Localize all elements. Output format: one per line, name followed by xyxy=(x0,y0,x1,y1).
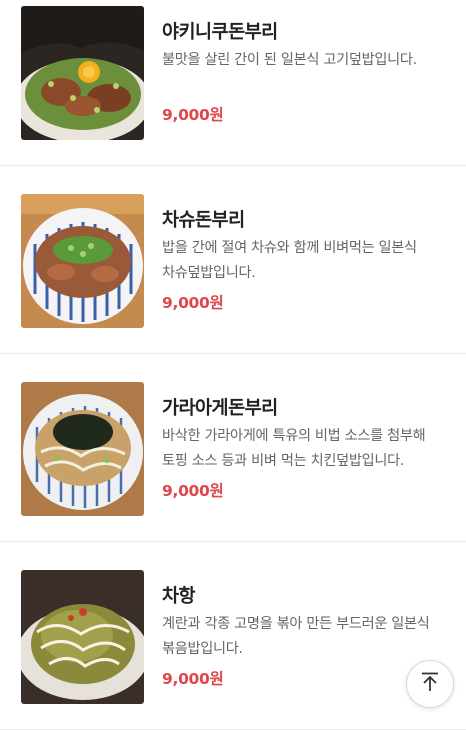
menu-item-price: 9,000원 xyxy=(162,106,224,124)
menu-item-name: 차슈돈부리 xyxy=(162,210,245,231)
menu-item-image xyxy=(21,382,144,516)
menu-item-image xyxy=(21,194,144,328)
menu-item-description: 계란과 각종 고명을 볶아 만든 부드러운 일본식 볶음밥입니다. xyxy=(162,616,430,657)
menu-item-description: 불맛을 살린 간이 된 일본식 고기덮밥입니다. xyxy=(162,52,417,68)
scroll-to-top-button[interactable] xyxy=(406,660,454,708)
menu-item-image xyxy=(21,570,144,704)
menu-item-price: 9,000원 xyxy=(162,482,224,500)
menu-item-price: 9,000원 xyxy=(162,670,224,688)
menu-item[interactable]: 차슈돈부리 밥을 간에 절여 차슈와 함께 비벼먹는 일본식 차슈덮밥입니다. … xyxy=(0,166,466,354)
menu-item[interactable]: 차항 계란과 각종 고명을 볶아 만든 부드러운 일본식 볶음밥입니다. 9,0… xyxy=(0,542,466,730)
menu-item-price: 9,000원 xyxy=(162,294,224,312)
menu-item-name: 가라아게돈부리 xyxy=(162,398,278,419)
menu-item-name: 차항 xyxy=(162,586,196,607)
menu-item-image xyxy=(21,6,144,140)
menu-item-description: 밥을 간에 절여 차슈와 함께 비벼먹는 일본식 차슈덮밥입니다. xyxy=(162,240,417,281)
menu-item-description: 바삭한 가라아게에 특유의 비법 소스를 첨부해 토핑 소스 등과 비벼 먹는 … xyxy=(162,428,426,469)
menu-item[interactable]: 야키니쿠돈부리 불맛을 살린 간이 된 일본식 고기덮밥입니다. 9,000원 xyxy=(0,0,466,166)
arrow-up-to-top-icon xyxy=(419,671,441,697)
menu-item-name: 야키니쿠돈부리 xyxy=(162,22,278,43)
menu-item[interactable]: 가라아게돈부리 바삭한 가라아게에 특유의 비법 소스를 첨부해 토핑 소스 등… xyxy=(0,354,466,542)
